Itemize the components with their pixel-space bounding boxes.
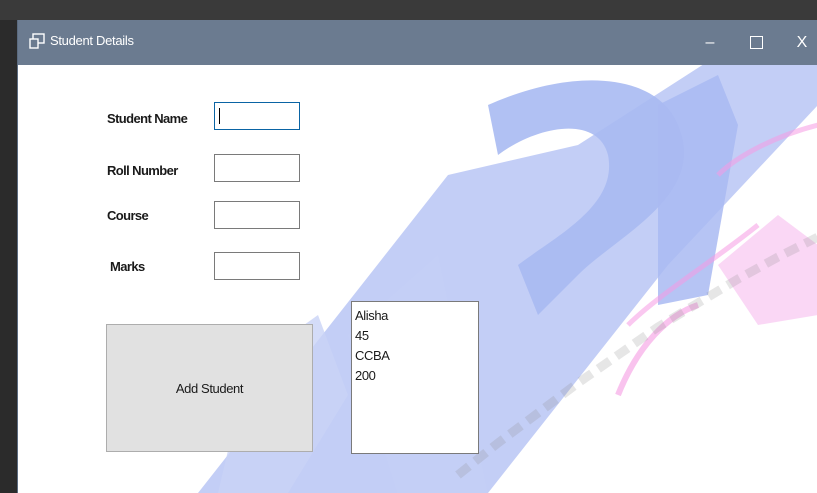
close-button[interactable]: X (780, 20, 817, 65)
background-strip (0, 0, 817, 20)
student-listbox[interactable]: Alisha 45 CCBA 200 (351, 301, 479, 454)
form-client-area: Student Name Roll Number Course Marks Ad… (18, 65, 817, 493)
listbox-item[interactable]: 45 (355, 326, 475, 346)
maximize-icon (749, 36, 763, 49)
add-student-button-label: Add Student (175, 380, 244, 396)
course-label: Course (107, 208, 149, 223)
maximize-button[interactable] (734, 20, 778, 65)
marks-input[interactable] (214, 252, 300, 280)
add-student-button[interactable]: Add Student (106, 324, 313, 452)
student-name-label: Student Name (107, 111, 188, 126)
marks-label: Marks (110, 259, 145, 274)
roll-number-input[interactable] (214, 154, 300, 182)
listbox-item[interactable]: CCBA (355, 346, 475, 366)
listbox-item[interactable]: 200 (355, 366, 475, 386)
close-icon: X (796, 33, 808, 51)
window-app-icon (29, 33, 45, 49)
minimize-button[interactable]: – (688, 20, 732, 65)
minimize-icon: – (705, 33, 715, 51)
roll-number-label: Roll Number (107, 163, 178, 178)
title-bar[interactable]: Student Details – X (18, 20, 817, 65)
course-input[interactable] (214, 201, 300, 229)
student-details-window: Student Details – X Student Name Roll Nu… (17, 20, 817, 493)
student-name-input[interactable] (214, 102, 300, 130)
window-title: Student Details (50, 33, 134, 48)
listbox-item[interactable]: Alisha (355, 306, 475, 326)
text-caret (219, 108, 220, 124)
